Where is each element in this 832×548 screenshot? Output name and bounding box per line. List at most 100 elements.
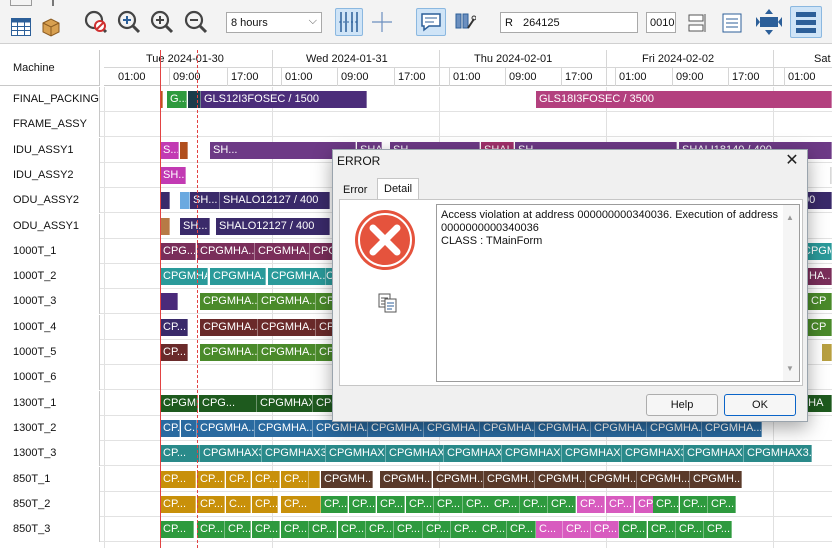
schedule-bar[interactable]: [160, 192, 170, 210]
schedule-bar[interactable]: CPGMHA...: [160, 268, 208, 286]
machine-name[interactable]: 1000T_6: [0, 365, 100, 391]
schedule-bar[interactable]: CP: [808, 318, 832, 336]
schedule-bar[interactable]: CP...: [160, 445, 200, 463]
schedule-bar[interactable]: CP...: [563, 521, 591, 539]
schedule-bar[interactable]: CP...: [226, 470, 251, 488]
schedule-bar[interactable]: CPGMHA...: [591, 419, 647, 437]
schedule-bar[interactable]: [160, 217, 170, 235]
schedule-bar[interactable]: CPGMHA...: [197, 242, 255, 260]
schedule-bar[interactable]: CPGMH...: [637, 470, 690, 488]
schedule-bar[interactable]: SHALO12127 / 400: [220, 192, 330, 210]
schedule-bar[interactable]: CP...: [479, 521, 507, 539]
schedule-bar[interactable]: CP...: [377, 495, 405, 513]
close-icon[interactable]: ✕: [783, 152, 801, 170]
schedule-bar[interactable]: CP...: [252, 521, 280, 539]
schedule-bar[interactable]: CP...: [281, 495, 321, 513]
schedule-bar[interactable]: CP...: [349, 495, 376, 513]
schedule-bar[interactable]: CPGMHA...: [480, 419, 535, 437]
schedule-bar[interactable]: CP...: [197, 495, 225, 513]
machine-name[interactable]: 1000T_3: [0, 289, 100, 315]
schedule-bar[interactable]: CP...: [160, 419, 180, 437]
schedule-bar[interactable]: GLS18I3FOSEC / 3500: [536, 91, 832, 108]
schedule-bar[interactable]: CPGMHA...: [258, 344, 316, 361]
machine-name[interactable]: 1000T_1: [0, 238, 100, 264]
machine-name[interactable]: 1300T_1: [0, 390, 100, 416]
schedule-bar[interactable]: SH...: [180, 217, 210, 235]
schedule-bar[interactable]: CP...: [160, 495, 196, 513]
schedule-bar[interactable]: CP...: [451, 521, 480, 539]
schedule-bar[interactable]: CP...: [434, 495, 463, 513]
schedule-bar[interactable]: CP...: [309, 521, 337, 539]
schedule-bar[interactable]: CPGMHA...: [210, 268, 266, 286]
grid-lines-icon[interactable]: [335, 8, 363, 36]
schedule-bar[interactable]: CP...: [281, 521, 309, 539]
schedule-bar[interactable]: CPGMH...: [433, 470, 484, 488]
schedule-bar[interactable]: CPGMHAX3...: [502, 445, 562, 463]
schedule-bar[interactable]: CP...: [160, 470, 196, 488]
schedule-bar[interactable]: CPGMH...: [321, 470, 373, 488]
schedule-bar[interactable]: [188, 91, 201, 108]
schedule-bar[interactable]: SHALO12127 / 400: [216, 217, 330, 235]
schedule-bar[interactable]: C...: [536, 521, 563, 539]
schedule-bar[interactable]: CP...: [252, 495, 278, 513]
schedule-bar[interactable]: CP...: [548, 495, 576, 513]
schedule-bar[interactable]: SH...: [190, 192, 220, 210]
machine-name[interactable]: 1000T_4: [0, 314, 100, 340]
schedule-bar[interactable]: [309, 470, 320, 488]
schedule-bar[interactable]: S...: [160, 141, 179, 159]
schedule-bar[interactable]: CP...: [160, 344, 188, 361]
schedule-bar[interactable]: CP...: [648, 521, 676, 539]
schedule-bar[interactable]: CP...: [653, 495, 679, 513]
machine-name[interactable]: 1300T_3: [0, 441, 100, 467]
schedule-bar[interactable]: CPGMHAX3...: [200, 445, 262, 463]
tab-detail[interactable]: Detail: [377, 178, 420, 200]
list-icon[interactable]: [720, 10, 744, 36]
schedule-bar[interactable]: CPGMHAX3...: [622, 445, 684, 463]
zoom-fit-icon[interactable]: [115, 8, 143, 36]
schedule-bar[interactable]: CPGMHAX3...: [444, 445, 502, 463]
schedule-bar[interactable]: CPGMHAX3...: [262, 445, 326, 463]
schedule-bar[interactable]: CPGMHA...: [647, 419, 702, 437]
machine-name[interactable]: IDU_ASSY1: [0, 137, 100, 163]
schedule-bar[interactable]: HA...: [806, 268, 832, 286]
schedule-bar[interactable]: CP...: [197, 521, 225, 539]
help-button[interactable]: Help: [646, 394, 718, 416]
machine-name[interactable]: ODU_ASSY2: [0, 188, 100, 214]
schedule-bar[interactable]: CPGMHA...: [258, 293, 316, 311]
r-field[interactable]: R 264125: [500, 12, 638, 33]
schedule-bar[interactable]: CPGMHA...: [313, 419, 368, 437]
tools-icon[interactable]: [451, 8, 479, 36]
schedule-bar[interactable]: CP...: [577, 495, 605, 513]
grid-view-icon[interactable]: [10, 16, 32, 38]
schedule-bar[interactable]: CPGMHA...: [200, 293, 258, 311]
schedule-bar[interactable]: CPGMHA...: [197, 419, 255, 437]
copy-icon[interactable]: [377, 292, 399, 316]
schedule-bar[interactable]: CPGMHA...: [702, 419, 762, 437]
schedule-bar[interactable]: CPGMH...: [535, 470, 586, 488]
schedule-bar[interactable]: [180, 141, 188, 159]
layout-icon[interactable]: [686, 10, 710, 36]
zoom-out-icon[interactable]: [182, 8, 210, 36]
schedule-bar[interactable]: CP...: [591, 521, 619, 539]
schedule-bar[interactable]: CPGMHA...: [424, 419, 480, 437]
schedule-bar[interactable]: CPGMH...: [380, 470, 432, 488]
code-field[interactable]: 0010: [646, 12, 676, 33]
fit-height-icon[interactable]: [754, 6, 784, 38]
comment-icon[interactable]: [416, 8, 446, 36]
schedule-bar[interactable]: G...: [167, 91, 187, 108]
schedule-bar[interactable]: CPGMH...: [160, 394, 198, 412]
schedule-bar[interactable]: CP...: [680, 495, 708, 513]
schedule-bar[interactable]: CPGMHAX3...: [684, 445, 744, 463]
schedule-bar[interactable]: CPGMHA...: [255, 242, 310, 260]
message-scrollbar[interactable]: ▲ ▼: [783, 205, 799, 381]
schedule-bar[interactable]: CP...: [491, 495, 520, 513]
schedule-bar[interactable]: CP...: [606, 495, 634, 513]
schedule-bar[interactable]: CP...: [225, 521, 251, 539]
schedule-bar[interactable]: SH...: [160, 166, 186, 184]
machine-name[interactable]: 1300T_2: [0, 415, 100, 441]
ok-button[interactable]: OK: [724, 394, 796, 416]
schedule-bar[interactable]: CPGMHAX3...: [744, 445, 812, 463]
schedule-bar[interactable]: CPGMHA...: [200, 318, 258, 336]
schedule-bar[interactable]: GLS12I3FOSEC / 1500: [201, 91, 367, 108]
schedule-bar[interactable]: CP...: [406, 495, 434, 513]
